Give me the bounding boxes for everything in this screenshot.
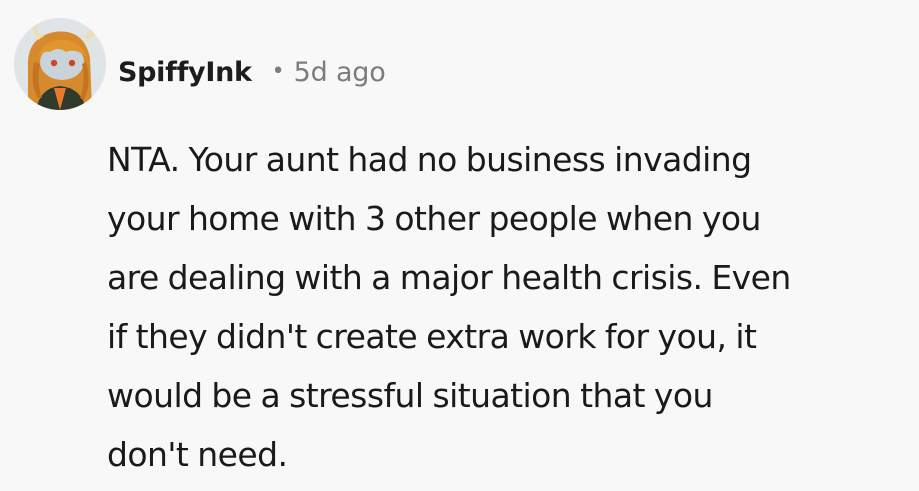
comment-body: NTA. Your aunt had no business invading … [107,130,907,484]
comment-body-line: don't need. [107,435,288,474]
comment-body-line: are dealing with a major health crisis. … [107,258,791,297]
author-username[interactable]: SpiffyInk [118,57,252,88]
comment: SpiffyInk • 5d ago NTA. Your aunt had no… [0,0,919,491]
comment-body-line: your home with 3 other people when you [107,199,761,238]
comment-timestamp[interactable]: 5d ago [294,57,386,88]
comment-body-line: if they didn't create extra work for you… [107,317,757,356]
comment-body-line: NTA. Your aunt had no business invading [107,140,752,179]
user-avatar-icon[interactable] [14,18,106,110]
meta-separator: • [271,59,285,84]
comment-meta: SpiffyInk • 5d ago [118,52,386,92]
comment-body-line: would be a stressful situation that you [107,376,713,415]
